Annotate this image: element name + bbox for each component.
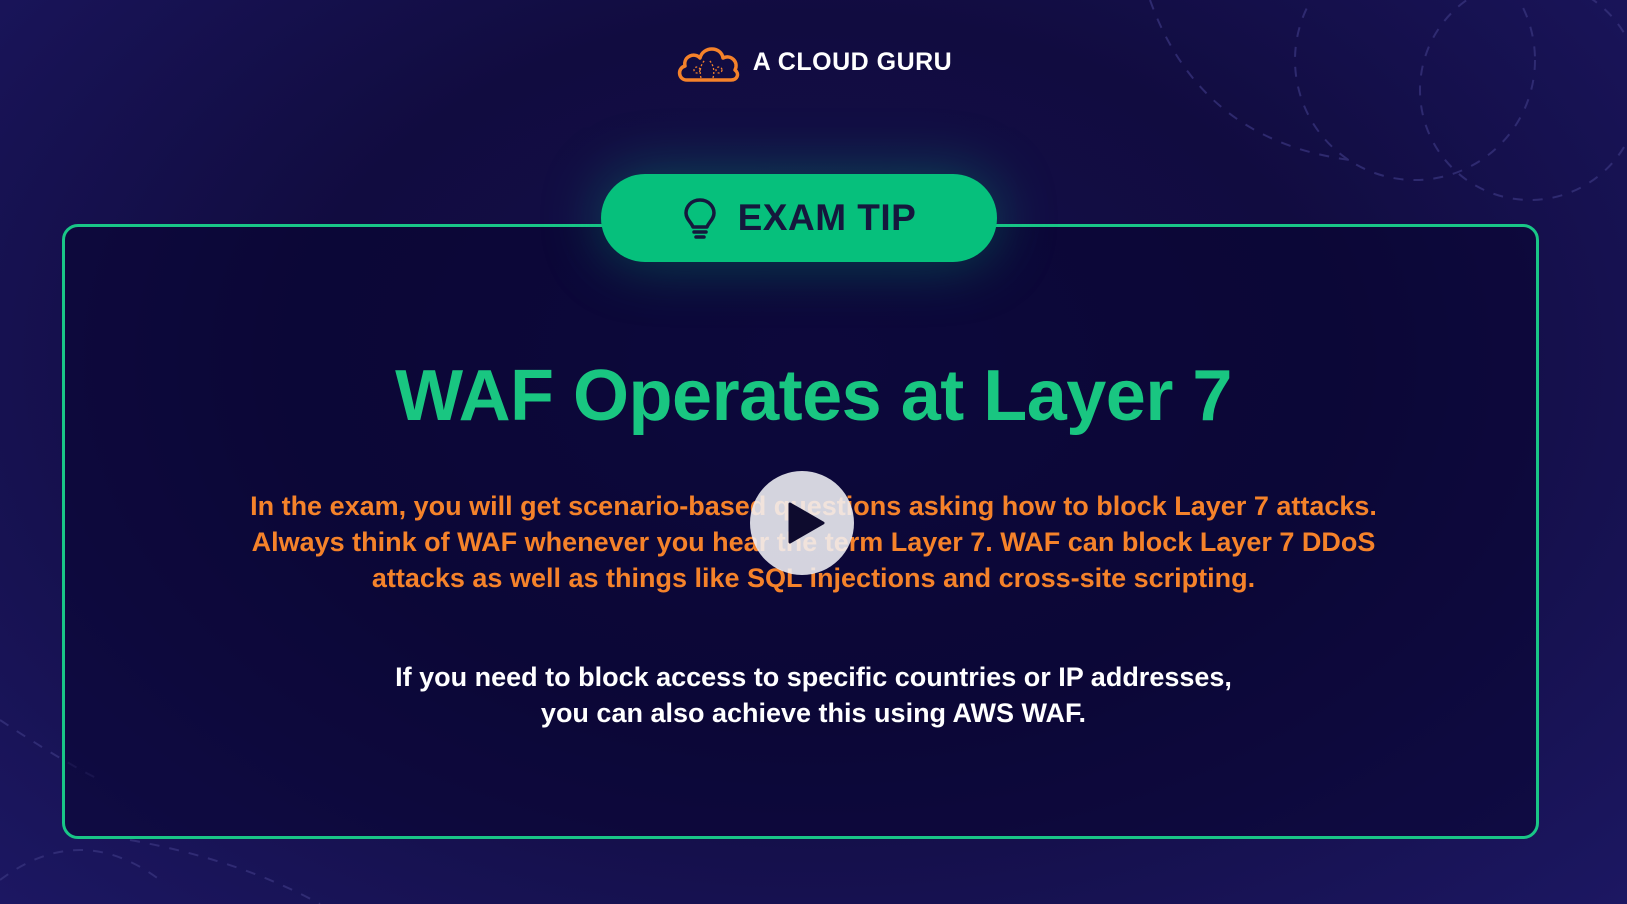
exam-tip-label: EXAM TIP bbox=[737, 197, 917, 238]
brand-name: A CLOUD GURU bbox=[752, 47, 953, 76]
play-button[interactable] bbox=[750, 471, 854, 575]
play-icon bbox=[788, 502, 825, 544]
paragraph-line: If you need to block access to specific … bbox=[395, 662, 1232, 692]
additional-note-paragraph: If you need to block access to specific … bbox=[100, 659, 1527, 731]
lightbulb-icon bbox=[683, 198, 716, 239]
exam-tip-badge: EXAM TIP bbox=[601, 174, 997, 262]
cloud-logo-icon bbox=[677, 47, 739, 82]
paragraph-line: you can also achieve this using AWS WAF. bbox=[540, 698, 1087, 728]
slide-title: WAF Operates at Layer 7 bbox=[395, 356, 1232, 436]
brand-header: A CLOUD GURU bbox=[0, 40, 1627, 84]
